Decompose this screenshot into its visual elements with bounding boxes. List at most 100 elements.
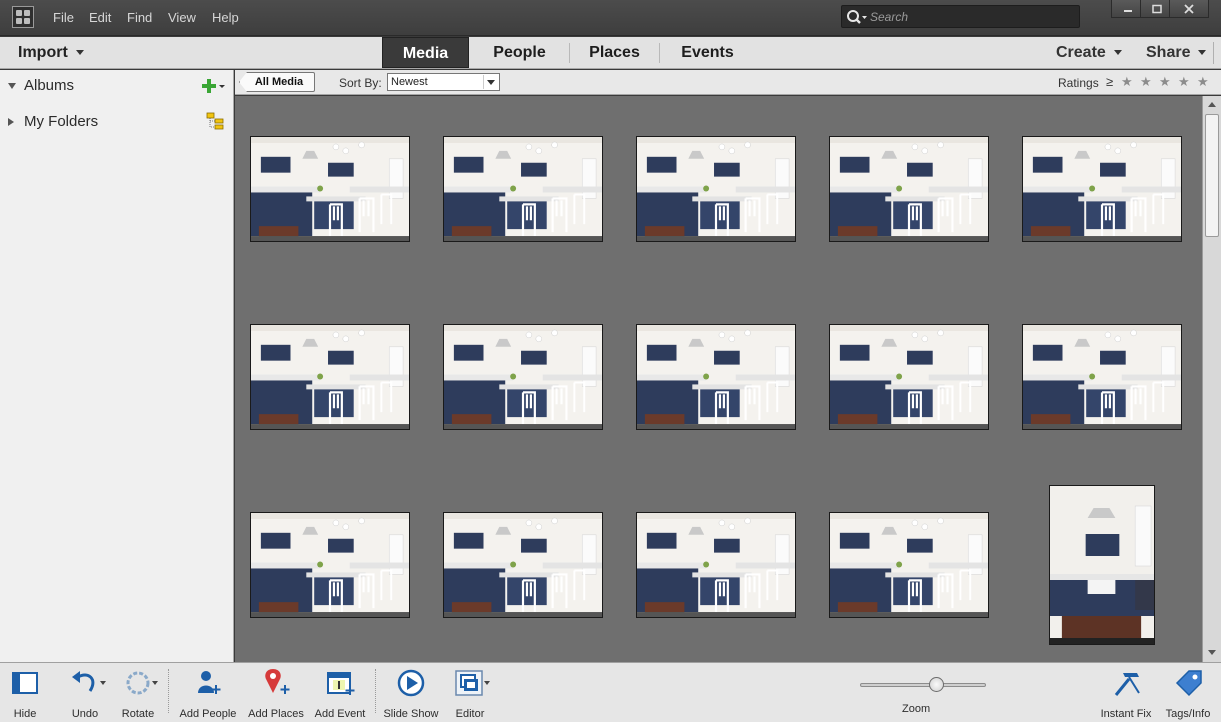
expand-down-icon[interactable] xyxy=(8,83,16,90)
add-people-label: Add People xyxy=(179,708,237,720)
chevron-down-icon xyxy=(1198,50,1207,56)
media-thumbnail[interactable] xyxy=(443,136,603,242)
menu-view[interactable]: View xyxy=(168,10,196,25)
rating-star-icon[interactable]: ★ xyxy=(1197,74,1209,90)
title-bar: File Edit Find View Help xyxy=(0,0,1221,36)
ratings-operator[interactable]: ≥ xyxy=(1106,74,1113,89)
add-event-label: Add Event xyxy=(314,708,366,720)
maximize-icon xyxy=(1152,4,1162,13)
toolbar-divider xyxy=(375,669,376,713)
add-album-icon[interactable] xyxy=(202,77,226,95)
tab-people[interactable]: People xyxy=(470,37,569,68)
media-thumbnail[interactable] xyxy=(1049,485,1155,645)
tab-events[interactable]: Events xyxy=(660,37,755,68)
undo-menu-chevron-icon[interactable] xyxy=(100,681,106,685)
media-thumbnail[interactable] xyxy=(636,512,796,618)
slide-show-button[interactable]: Slide Show xyxy=(381,667,441,720)
left-panel: Albums My Folders xyxy=(0,70,234,662)
menu-edit[interactable]: Edit xyxy=(89,10,111,25)
add-event-button[interactable]: Add Event xyxy=(310,667,370,720)
add-event-icon xyxy=(327,672,355,695)
menu-file[interactable]: File xyxy=(53,10,74,25)
scroll-up-icon[interactable] xyxy=(1208,102,1216,107)
chevron-down-icon xyxy=(1113,50,1122,56)
media-thumbnail[interactable] xyxy=(829,136,989,242)
my-folders-section[interactable]: My Folders xyxy=(8,113,98,130)
tags-info-label: Tags/Info xyxy=(1165,708,1211,720)
editor-button[interactable]: Editor xyxy=(448,667,492,720)
grid-scrollbar[interactable] xyxy=(1202,96,1221,662)
zoom-slider-track[interactable] xyxy=(860,683,986,687)
add-places-label: Add Places xyxy=(248,708,304,720)
search-input[interactable] xyxy=(870,8,1070,25)
tab-media[interactable]: Media xyxy=(382,37,469,68)
media-thumbnail[interactable] xyxy=(250,324,410,430)
menu-find[interactable]: Find xyxy=(127,10,152,25)
hide-panel-icon xyxy=(12,672,38,694)
nav-divider xyxy=(1213,42,1214,64)
media-thumbnail[interactable] xyxy=(443,324,603,430)
import-button[interactable]: Import xyxy=(18,44,84,62)
share-button[interactable]: Share xyxy=(1146,44,1207,62)
sort-value: Newest xyxy=(391,76,428,88)
rotate-button[interactable]: Rotate xyxy=(115,667,161,720)
media-thumbnail[interactable] xyxy=(1022,324,1182,430)
expand-right-icon[interactable] xyxy=(8,118,14,127)
rating-star-icon[interactable]: ★ xyxy=(1140,74,1152,90)
folder-tree-icon[interactable] xyxy=(206,112,226,130)
tags-info-button[interactable]: Tags/Info xyxy=(1158,667,1218,720)
nav-bar: Import Media People Places Events Create… xyxy=(0,37,1221,69)
sort-by-label: Sort By: xyxy=(339,76,382,90)
rating-star-icon[interactable]: ★ xyxy=(1121,74,1133,90)
create-button[interactable]: Create xyxy=(1056,44,1122,62)
tag-icon xyxy=(1175,670,1202,697)
app-window: File Edit Find View Help Import Media Pe… xyxy=(0,0,1221,722)
undo-label: Undo xyxy=(71,708,99,720)
zoom-slider-knob[interactable] xyxy=(928,677,944,692)
media-thumbnail[interactable] xyxy=(636,324,796,430)
add-places-button[interactable]: Add Places xyxy=(245,667,307,720)
all-media-button[interactable]: All Media xyxy=(239,72,315,92)
search-icon[interactable] xyxy=(846,9,868,25)
toolbar-divider xyxy=(168,669,169,713)
tab-places[interactable]: Places xyxy=(570,37,659,68)
editor-menu-chevron-icon[interactable] xyxy=(484,681,490,685)
create-label: Create xyxy=(1056,44,1106,61)
media-thumbnail[interactable] xyxy=(1022,136,1182,242)
media-thumbnail[interactable] xyxy=(829,512,989,618)
chevron-down-icon xyxy=(483,75,497,89)
search-box xyxy=(841,5,1080,28)
rating-star-icon[interactable]: ★ xyxy=(1159,74,1171,90)
add-people-button[interactable]: Add People xyxy=(176,667,240,720)
menu-help[interactable]: Help xyxy=(212,10,239,25)
media-thumbnail[interactable] xyxy=(443,512,603,618)
editor-label: Editor xyxy=(455,708,485,720)
chevron-down-icon xyxy=(75,50,84,56)
media-thumbnail[interactable] xyxy=(250,136,410,242)
instant-fix-label: Instant Fix xyxy=(1100,708,1152,720)
hide-button[interactable]: Hide xyxy=(4,667,46,720)
my-folders-label: My Folders xyxy=(24,113,99,130)
media-thumbnail[interactable] xyxy=(829,324,989,430)
app-logo-icon[interactable] xyxy=(12,6,34,28)
minimize-icon xyxy=(1124,9,1132,12)
close-button[interactable] xyxy=(1169,0,1209,18)
sort-dropdown[interactable]: Newest xyxy=(387,73,500,91)
instant-fix-button[interactable]: Instant Fix xyxy=(1096,667,1156,720)
import-label: Import xyxy=(18,44,68,61)
scroll-down-icon[interactable] xyxy=(1208,650,1216,655)
filter-bar: All Media Sort By: Newest Ratings ≥ ★ ★ … xyxy=(235,70,1221,95)
undo-icon xyxy=(72,671,95,692)
add-places-icon xyxy=(265,669,290,694)
media-grid xyxy=(235,96,1202,662)
rating-star-icon[interactable]: ★ xyxy=(1178,74,1190,90)
albums-section[interactable]: Albums xyxy=(8,77,74,94)
scroll-thumb[interactable] xyxy=(1205,114,1219,237)
share-label: Share xyxy=(1146,44,1191,61)
instant-fix-icon xyxy=(1114,673,1140,696)
media-thumbnail[interactable] xyxy=(250,512,410,618)
close-icon xyxy=(1184,3,1194,14)
media-thumbnail[interactable] xyxy=(636,136,796,242)
undo-button[interactable]: Undo xyxy=(62,667,108,720)
rotate-menu-chevron-icon[interactable] xyxy=(152,681,158,685)
